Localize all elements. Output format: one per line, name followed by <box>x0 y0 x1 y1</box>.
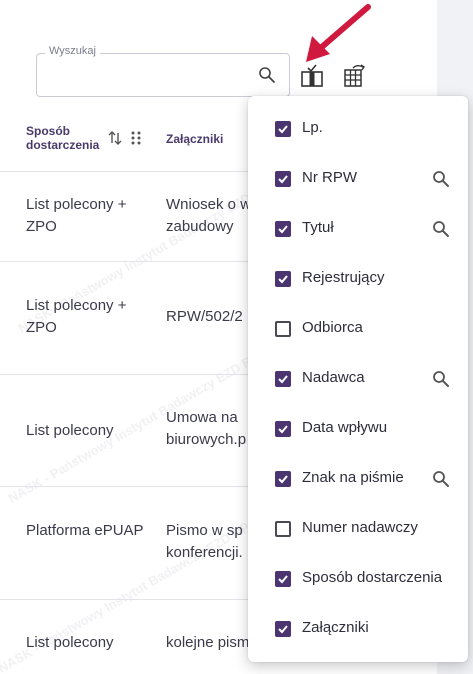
checkbox-checked[interactable] <box>275 271 291 287</box>
search-icon[interactable] <box>432 220 450 238</box>
search-input[interactable] <box>36 53 290 97</box>
cell-zalaczniki: Wniosek o w zabudowy <box>166 196 252 235</box>
column-option-label: Data wpływu <box>302 419 388 436</box>
cell-sposob: List polecony + ZPO <box>26 297 127 336</box>
cell-zalaczniki: kolejne pism <box>166 634 250 651</box>
column-header-zalaczniki[interactable]: Załączniki <box>166 132 223 146</box>
column-option[interactable]: Znak na piśmie <box>248 454 468 504</box>
checkbox-checked[interactable] <box>275 121 291 137</box>
column-option[interactable]: Sposób dostarczenia <box>248 554 468 604</box>
cell-sposob: List polecony <box>26 422 114 439</box>
column-option[interactable]: Załączniki <box>248 604 468 654</box>
search-icon[interactable] <box>432 370 450 388</box>
checkbox-checked[interactable] <box>275 621 291 637</box>
column-option-label: Lp. <box>302 119 323 136</box>
checkbox-unchecked[interactable] <box>275 321 291 337</box>
cell-zalaczniki: RPW/502/2 <box>166 308 243 325</box>
checkbox-unchecked[interactable] <box>275 521 291 537</box>
checkbox-checked[interactable] <box>275 371 291 387</box>
columns-select-icon[interactable] <box>300 64 324 88</box>
checkbox-checked[interactable] <box>275 421 291 437</box>
column-option[interactable]: Lp. <box>248 104 468 154</box>
column-option[interactable]: Numer nadawczy <box>248 504 468 554</box>
column-header-sposob[interactable]: Sposób dostarczenia <box>26 124 106 152</box>
column-option-label: Znak na piśmie <box>302 469 404 486</box>
column-option-label: Nadawca <box>302 369 365 386</box>
cell-sposob: List polecony <box>26 634 114 651</box>
checkbox-checked[interactable] <box>275 171 291 187</box>
column-option[interactable]: Odbiorca <box>248 304 468 354</box>
cell-sposob: List polecony + ZPO <box>26 196 127 235</box>
column-option-label: Odbiorca <box>302 319 363 336</box>
checkbox-checked[interactable] <box>275 571 291 587</box>
column-option[interactable]: Nr RPW <box>248 154 468 204</box>
search-icon[interactable] <box>258 66 276 84</box>
annotation-arrow-icon <box>306 4 371 62</box>
column-option[interactable]: Data wpływu <box>248 404 468 454</box>
drag-handle-icon[interactable] <box>130 131 142 145</box>
column-option-label: Tytuł <box>302 219 334 236</box>
column-option[interactable]: Nadawca <box>248 354 468 404</box>
cell-zalaczniki: Pismo w sp konferencji. <box>166 522 243 561</box>
column-option[interactable]: Rejestrujący <box>248 254 468 304</box>
column-option-label: Nr RPW <box>302 169 357 186</box>
cell-sposob: Platforma ePUAP <box>26 522 144 539</box>
search-label: Wyszukaj <box>45 45 100 57</box>
checkbox-checked[interactable] <box>275 221 291 237</box>
column-option-label: Załączniki <box>302 619 369 636</box>
checkbox-checked[interactable] <box>275 471 291 487</box>
search-icon[interactable] <box>432 470 450 488</box>
column-option-label: Rejestrujący <box>302 269 385 286</box>
sort-icon[interactable] <box>108 130 122 146</box>
column-option[interactable]: Tytuł <box>248 204 468 254</box>
columns-menu: Lp. Nr RPW Tytuł Rejestrujący Odbiorca Nadawc… <box>248 96 468 662</box>
column-option-label: Sposób dostarczenia <box>302 569 443 586</box>
column-option-label: Numer nadawczy <box>302 519 418 536</box>
cell-zalaczniki: Umowa na biurowych.p <box>166 409 247 448</box>
export-table-icon[interactable] <box>343 64 367 88</box>
search-icon[interactable] <box>432 170 450 188</box>
